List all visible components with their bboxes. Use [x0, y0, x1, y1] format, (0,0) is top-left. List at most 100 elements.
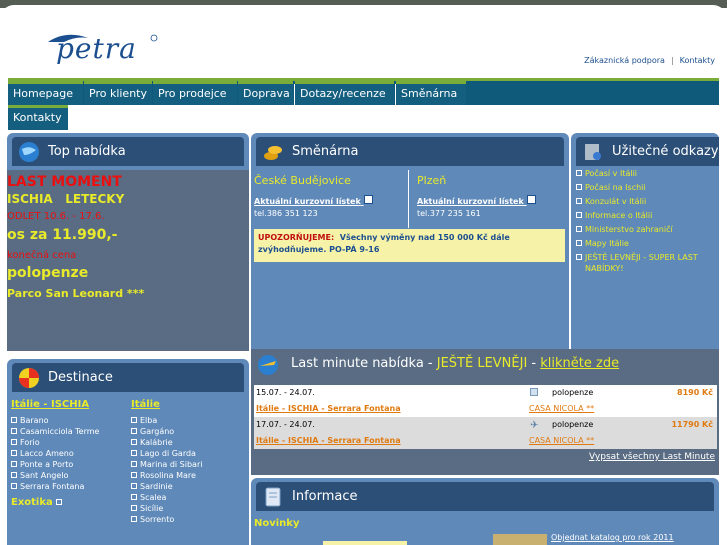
exchange-panel: Směnárna České Budějovice Aktuální kurzo…: [251, 133, 569, 351]
catalog-thumbnail: [493, 534, 547, 545]
useful-link[interactable]: Konzulát v Itálii: [576, 198, 646, 206]
bullet-icon: [11, 483, 17, 489]
top-links: Zákaznická podpora | Kontakty: [584, 56, 715, 65]
nav-smenarna[interactable]: Směnárna: [396, 81, 466, 105]
item-label: Elba: [140, 416, 158, 425]
petra-logo[interactable]: petra: [46, 28, 166, 70]
item-label: Lago di Garda: [140, 449, 196, 458]
bullet-icon: [576, 254, 582, 260]
nav-label: Směnárna: [401, 87, 458, 100]
bullet-icon: [131, 417, 137, 423]
destination-item[interactable]: Marina di Sibari: [131, 461, 202, 469]
bullet-icon: [11, 461, 17, 467]
top-offer-body[interactable]: LAST MOMENT ISCHIA LETECKY ODLET 10.6. -…: [7, 170, 249, 351]
destination-item[interactable]: Casamicciola Terme: [11, 428, 99, 436]
panel-title: Směnárna: [292, 144, 359, 159]
offer-line-1: LAST MOMENT: [7, 174, 122, 190]
exchange-header: Směnárna: [256, 137, 564, 166]
nav-pro-prodejce[interactable]: Pro prodejce: [153, 81, 239, 108]
destination-item[interactable]: Gargáno: [131, 428, 174, 436]
row-place-link[interactable]: Itálie - ISCHIA - Serrara Fontana: [256, 433, 401, 449]
bullet-icon: [131, 516, 137, 522]
destination-item[interactable]: Rosolina Mare: [131, 472, 196, 480]
computer-icon: [585, 144, 601, 160]
destination-item[interactable]: Kalábrie: [131, 439, 173, 447]
plane-icon: ✈: [530, 420, 539, 431]
useful-link[interactable]: Informace o Itálii: [576, 212, 652, 220]
destination-item[interactable]: Sant Angelo: [11, 472, 68, 480]
table-row[interactable]: 17.07. - 24.07. ✈ polopenze 11790 Kč: [254, 417, 717, 433]
offer-line-6: polopenze: [7, 265, 89, 281]
destination-exotika[interactable]: Exotika: [11, 498, 65, 508]
offer-line-5: konečná cena: [7, 250, 77, 261]
destination-item[interactable]: Scalea: [131, 494, 166, 502]
destination-item[interactable]: Sardinie: [131, 483, 173, 491]
useful-link-super-2[interactable]: NABÍDKY!: [585, 265, 624, 273]
item-label: Exotika: [11, 497, 53, 508]
nav-label: Pro prodejce: [158, 87, 227, 100]
bullet-icon: [11, 428, 17, 434]
bullet-icon: [576, 184, 582, 190]
nav-homepage[interactable]: Homepage: [8, 81, 85, 108]
table-row[interactable]: Itálie - ISCHIA - Serrara Fontana CASA N…: [254, 433, 717, 449]
support-link[interactable]: Zákaznická podpora: [584, 56, 665, 65]
offer-line-2: ISCHIA LETECKY: [7, 192, 125, 206]
nav-doprava[interactable]: Doprava: [238, 81, 295, 108]
bullet-icon: [11, 450, 17, 456]
destination-item[interactable]: Lacco Ameno: [11, 450, 74, 458]
logo-text: petra: [56, 32, 137, 65]
useful-link[interactable]: Počasí v Itálii: [576, 170, 637, 178]
info-header: Informace: [256, 482, 714, 511]
lm-click-here-link[interactable]: klikněte zde: [540, 356, 619, 371]
catalog-link[interactable]: Objednat katalog pro rok 2011: [551, 534, 674, 542]
coins-icon: [264, 146, 282, 160]
destination-item[interactable]: Forio: [11, 439, 40, 447]
link-label: Mapy Itálie: [585, 239, 629, 248]
table-row[interactable]: Itálie - ISCHIA - Serrara Fontana CASA N…: [254, 401, 717, 417]
bullet-icon: [576, 212, 582, 218]
destination-item[interactable]: Barano: [11, 417, 49, 425]
rate-link-2[interactable]: Aktuální kurzovní lístek: [417, 195, 536, 206]
bullet-icon: [576, 170, 582, 176]
bullet-icon: [576, 226, 582, 232]
useful-link[interactable]: Počasí na Ischii: [576, 184, 646, 192]
nav-dotazy[interactable]: Dotazy/recenze: [295, 81, 396, 108]
table-row[interactable]: 15.07. - 24.07. polopenze 8190 Kč: [254, 385, 717, 401]
useful-link[interactable]: Ministerstvo zahraničí: [576, 226, 673, 234]
destination-item[interactable]: Ponte a Porto: [11, 461, 73, 469]
nav-label: Homepage: [13, 87, 73, 100]
divider: |: [670, 56, 674, 65]
contacts-link[interactable]: Kontakty: [680, 56, 715, 65]
row-place-link[interactable]: Itálie - ISCHIA - Serrara Fontana: [256, 401, 401, 417]
branch-phone-1: tel.386 351 123: [254, 209, 318, 218]
all-last-minute-link[interactable]: Vypsat všechny Last Minute: [589, 452, 715, 462]
lm-title-highlight: JEŠTĚ LEVNĚJI: [436, 356, 528, 371]
link-label: JEŠTĚ LEVNĚJI - SUPER LAST: [585, 253, 698, 262]
nav-pro-klienty[interactable]: Pro klienty: [84, 81, 154, 108]
row-board: polopenze: [552, 420, 594, 429]
exchange-body: České Budějovice Aktuální kurzovní líste…: [251, 170, 569, 351]
destination-item[interactable]: Sicílie: [131, 505, 163, 513]
destination-item[interactable]: Serrara Fontana: [11, 483, 84, 491]
offer-line-7: Parco San Leonard ***: [7, 287, 145, 300]
destination-item[interactable]: Elba: [131, 417, 157, 425]
useful-link[interactable]: Mapy Itálie: [576, 240, 629, 248]
document-icon: [265, 487, 281, 507]
row-dates: 17.07. - 24.07.: [256, 420, 315, 429]
destination-head-ischia[interactable]: Itálie - ISCHIA: [11, 400, 89, 410]
useful-link-super[interactable]: JEŠTĚ LEVNĚJI - SUPER LAST: [576, 254, 698, 262]
link-label: Ministerstvo zahraničí: [585, 225, 673, 234]
nav-kontakty[interactable]: Kontakty: [8, 105, 68, 130]
panel-title: Informace: [292, 489, 358, 504]
rate-link-1[interactable]: Aktuální kurzovní lístek: [254, 195, 373, 206]
destination-head-italie[interactable]: Itálie: [131, 400, 160, 410]
row-hotel-link[interactable]: CASA NICOLA **: [529, 401, 594, 417]
row-hotel-link[interactable]: CASA NICOLA **: [529, 433, 594, 449]
item-label: Barano: [20, 416, 49, 425]
destinations-panel: Destinace Itálie - ISCHIA Barano Casamic…: [7, 359, 249, 545]
bullet-icon: [131, 461, 137, 467]
destination-item[interactable]: Lago di Garda: [131, 450, 196, 458]
nav-label: Doprava: [243, 87, 290, 100]
destination-item[interactable]: Sorrento: [131, 516, 174, 524]
bullet-icon: [131, 428, 137, 434]
